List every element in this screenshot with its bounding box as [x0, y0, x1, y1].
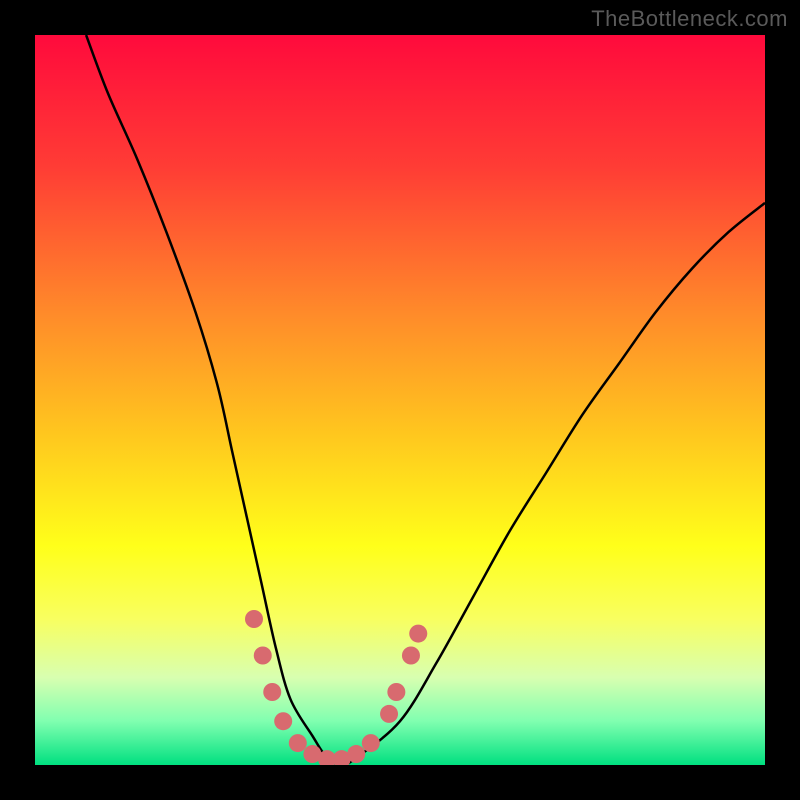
marker-dot — [254, 647, 272, 665]
marker-dot — [347, 745, 365, 763]
marker-dot — [274, 712, 292, 730]
curve-layer — [35, 35, 765, 765]
bottleneck-curve — [86, 35, 765, 765]
marker-dot — [289, 734, 307, 752]
marker-dot — [402, 647, 420, 665]
watermark-text: TheBottleneck.com — [591, 6, 788, 32]
marker-dot — [362, 734, 380, 752]
chart-plot-area — [35, 35, 765, 765]
marker-dot — [387, 683, 405, 701]
marker-dot — [409, 625, 427, 643]
marker-dot — [263, 683, 281, 701]
marker-dot — [380, 705, 398, 723]
marker-dot — [245, 610, 263, 628]
